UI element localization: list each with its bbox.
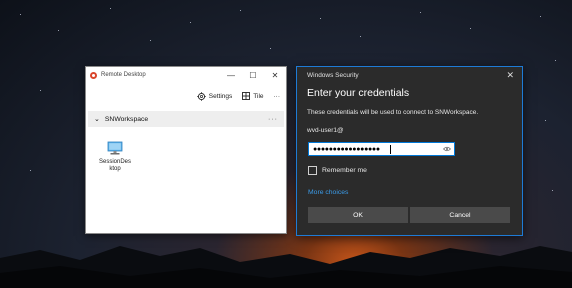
tile-icon [242, 92, 251, 100]
tile-button[interactable]: Tile [242, 92, 264, 100]
dialog-description: These credentials will be used to connec… [307, 109, 479, 116]
session-desktop-tile[interactable]: SessionDes ktop [99, 141, 132, 173]
remote-desktop-window: Remote Desktop — ☐ ✕ Settings Tile ··· ⌄… [85, 66, 287, 234]
tile-label-line-1: SessionDes [99, 159, 132, 165]
dialog-title: Windows Security [307, 72, 359, 79]
text-caret [390, 145, 391, 154]
remember-me-checkbox[interactable] [308, 166, 317, 175]
eye-icon[interactable] [443, 146, 451, 152]
dialog-heading: Enter your credentials [307, 87, 410, 99]
cancel-button[interactable]: Cancel [410, 207, 510, 223]
tile-label: Tile [253, 92, 264, 100]
close-icon[interactable]: ✕ [506, 70, 514, 81]
group-more-button[interactable]: ··· [268, 116, 278, 123]
chevron-down-icon: ⌄ [94, 116, 100, 123]
workspace-name: SNWorkspace [104, 115, 149, 123]
title-bar[interactable]: Remote Desktop — ☐ ✕ [86, 67, 286, 83]
username-display: wvd-user1@ [307, 127, 344, 134]
ok-button[interactable]: OK [308, 207, 408, 223]
settings-button[interactable]: Settings [197, 91, 233, 101]
remember-me-label: Remember me [322, 167, 367, 174]
settings-label: Settings [208, 92, 233, 100]
more-options-button[interactable]: ··· [274, 93, 281, 100]
remember-me-option[interactable]: Remember me [308, 166, 367, 175]
minimize-button[interactable]: — [220, 67, 242, 83]
toolbar: Settings Tile ··· [86, 87, 286, 105]
more-choices-link[interactable]: More choices [308, 189, 348, 196]
computer-icon [107, 141, 123, 155]
password-field[interactable]: ●●●●●●●●●●●●●●●●● [308, 142, 455, 156]
windows-security-dialog: Windows Security ✕ Enter your credential… [296, 66, 523, 236]
remote-desktop-app-icon [90, 71, 97, 79]
window-title: Remote Desktop [101, 72, 146, 78]
gear-icon [197, 91, 206, 101]
password-mask: ●●●●●●●●●●●●●●●●● [313, 145, 380, 153]
maximize-button[interactable]: ☐ [242, 67, 264, 83]
tile-label-line-2: ktop [109, 166, 121, 172]
workspace-group-header[interactable]: ⌄ SNWorkspace ··· [88, 111, 284, 127]
close-button[interactable]: ✕ [264, 67, 286, 83]
